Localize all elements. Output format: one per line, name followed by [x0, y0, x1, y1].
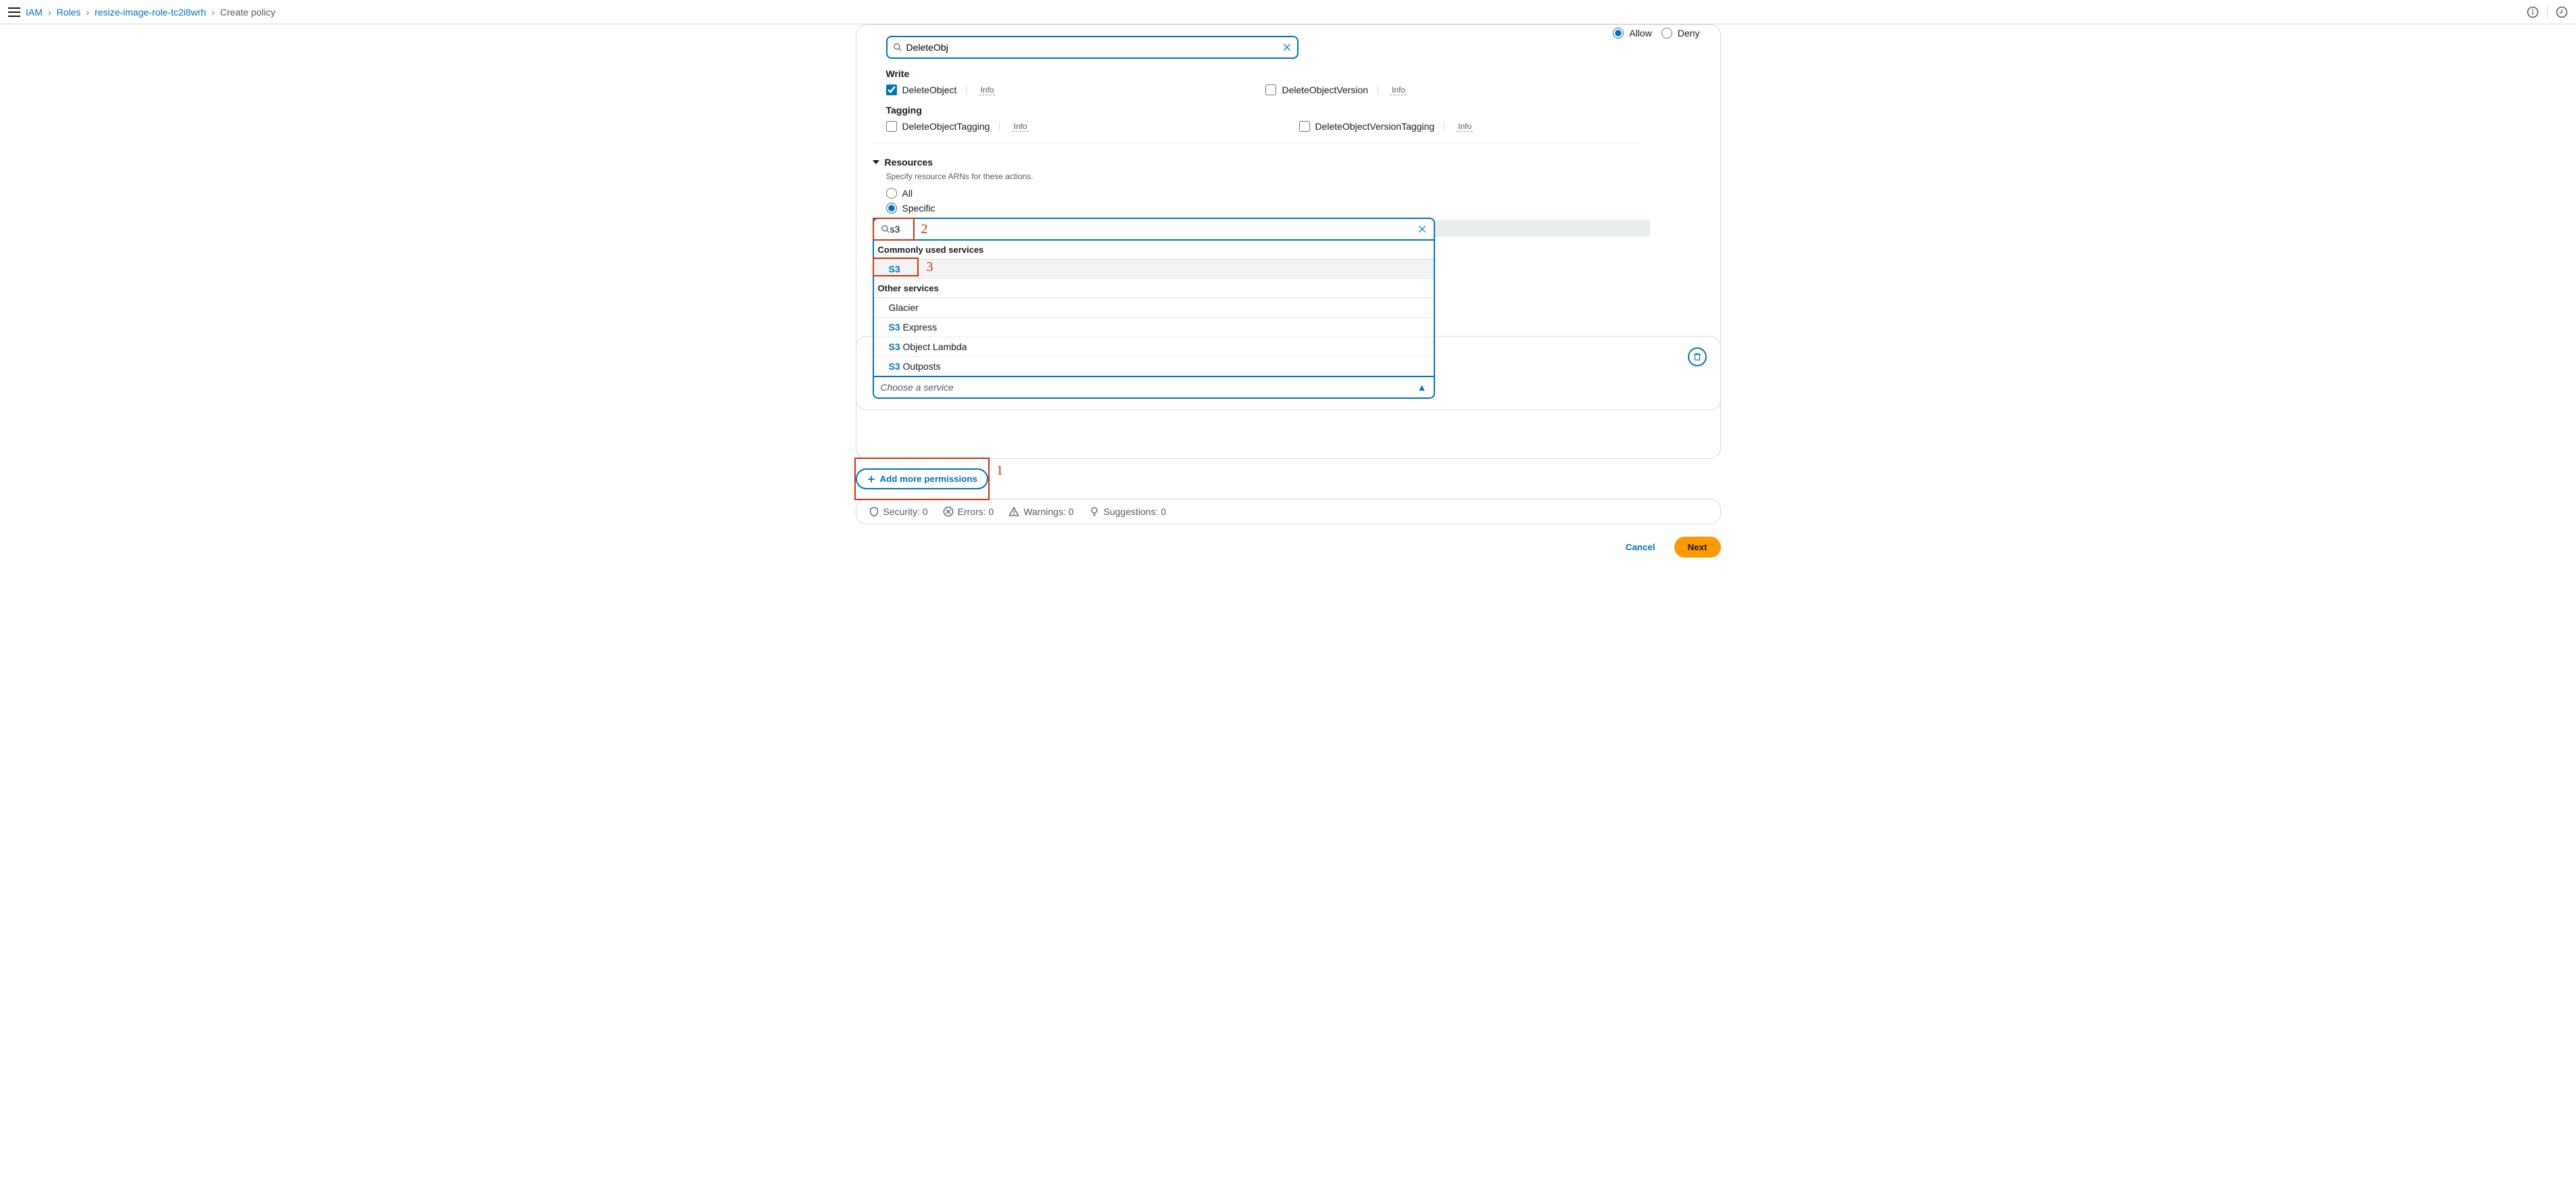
dropdown-item-label: Glacier — [889, 302, 919, 313]
dropdown-item-match: S3 — [889, 322, 900, 333]
dropdown-header-other: Other services — [874, 279, 1434, 298]
effect-allow-label: Allow — [1629, 28, 1651, 39]
action-delete-object-tagging[interactable]: DeleteObjectTagging Info — [886, 121, 1029, 132]
dropdown-item-label: Outposts — [900, 361, 941, 372]
effect-section: Allow Deny — [1613, 28, 1699, 39]
info-link[interactable]: Info — [1457, 122, 1473, 132]
action-delete-object-version-tagging[interactable]: DeleteObjectVersionTagging Info — [1299, 121, 1474, 132]
clear-icon[interactable] — [1282, 43, 1292, 52]
breadcrumb-role-name[interactable]: resize-image-role-tc2i8wrh — [95, 7, 206, 18]
clock-icon[interactable] — [2556, 6, 2568, 18]
add-more-permissions-button[interactable]: Add more permissions — [856, 468, 988, 489]
annotation-label-3: 3 — [927, 260, 933, 275]
service-option-s3-outposts[interactable]: S3 Outposts — [874, 357, 1434, 376]
permissions-panel: Allow Deny Write — [856, 24, 1721, 410]
dropdown-item-label: Object Lambda — [900, 341, 967, 352]
dropdown-header-common: Commonly used services — [874, 241, 1434, 260]
chevron-right-icon: › — [212, 7, 215, 18]
next-button[interactable]: Next — [1674, 537, 1721, 558]
action-delete-object[interactable]: DeleteObject Info — [886, 84, 996, 95]
action-delete-object-version[interactable]: DeleteObjectVersion Info — [1265, 84, 1407, 95]
breadcrumb-roles[interactable]: Roles — [57, 7, 81, 18]
search-icon — [881, 224, 890, 234]
info-link[interactable]: Info — [979, 85, 995, 95]
dropdown-item-match: S3 — [889, 361, 900, 372]
service-search-input[interactable]: 2 — [873, 218, 1435, 241]
breadcrumb-iam[interactable]: IAM — [26, 7, 43, 18]
resources-toggle[interactable]: Resources — [873, 157, 1639, 168]
annotation-label-2: 2 — [921, 222, 928, 237]
radio-label: Specific — [902, 203, 935, 214]
caret-down-icon — [873, 160, 879, 164]
dropdown-item-label: S3 — [889, 264, 900, 274]
resources-all-radio[interactable]: All — [886, 188, 1639, 199]
wizard-footer: Cancel Next — [856, 537, 1721, 558]
service-option-s3[interactable]: S3 3 — [874, 260, 1434, 279]
chevron-right-icon: › — [48, 7, 51, 18]
resources-help-text: Specify resource ARNs for these actions. — [886, 172, 1639, 181]
chevron-right-icon: › — [86, 7, 89, 18]
cancel-button[interactable]: Cancel — [1616, 537, 1665, 558]
action-label: DeleteObjectTagging — [902, 121, 990, 132]
service-option-s3-express[interactable]: S3 Express — [874, 318, 1434, 337]
search-icon — [893, 43, 902, 52]
action-label: DeleteObjectVersionTagging — [1315, 121, 1435, 132]
dropdown-item-match: S3 — [889, 341, 900, 352]
effect-deny-radio[interactable]: Deny — [1661, 28, 1700, 39]
top-bar: IAM › Roles › resize-image-role-tc2i8wrh… — [0, 0, 2576, 24]
status-errors: Errors: 0 — [943, 506, 994, 517]
action-label: DeleteObject — [902, 84, 957, 95]
write-section-header: Write — [886, 68, 1639, 79]
resources-header: Resources — [885, 157, 933, 168]
info-link[interactable]: Info — [1012, 122, 1028, 132]
status-warnings: Warnings: 0 — [1008, 506, 1073, 517]
effect-allow-radio[interactable]: Allow — [1613, 28, 1651, 39]
action-label: DeleteObjectVersion — [1282, 84, 1368, 95]
annotation-label-1: 1 — [996, 463, 1003, 479]
service-dropdown-list: Commonly used services S3 3 Other servic… — [873, 241, 1435, 377]
divider — [2547, 5, 2548, 19]
menu-icon[interactable] — [8, 7, 20, 17]
effect-deny-label: Deny — [1678, 28, 1700, 39]
tagging-section-header: Tagging — [886, 105, 1639, 116]
breadcrumb-current: Create policy — [220, 7, 276, 18]
actions-filter-input[interactable] — [886, 36, 1298, 59]
info-icon[interactable] — [2527, 6, 2539, 18]
resources-specific-radio[interactable]: Specific — [886, 203, 1639, 214]
radio-label: All — [902, 188, 913, 199]
service-option-glacier[interactable]: Glacier — [874, 298, 1434, 318]
breadcrumb: IAM › Roles › resize-image-role-tc2i8wrh… — [26, 7, 275, 18]
clear-icon[interactable] — [1417, 224, 1427, 234]
choose-service-toggle[interactable]: Choose a service ▲ — [873, 377, 1435, 399]
caret-up-icon: ▲ — [1417, 382, 1427, 393]
service-option-s3-object-lambda[interactable]: S3 Object Lambda — [874, 337, 1434, 357]
choose-service-label: Choose a service — [881, 382, 954, 393]
info-link[interactable]: Info — [1390, 85, 1407, 95]
policy-validation-panel: Security: 0 Errors: 0 Warnings: 0 Sugges… — [856, 499, 1721, 524]
status-suggestions: Suggestions: 0 — [1089, 506, 1167, 517]
add-more-label: Add more permissions — [880, 474, 977, 484]
dropdown-item-label: Express — [900, 322, 937, 333]
status-security: Security: 0 — [869, 506, 928, 517]
